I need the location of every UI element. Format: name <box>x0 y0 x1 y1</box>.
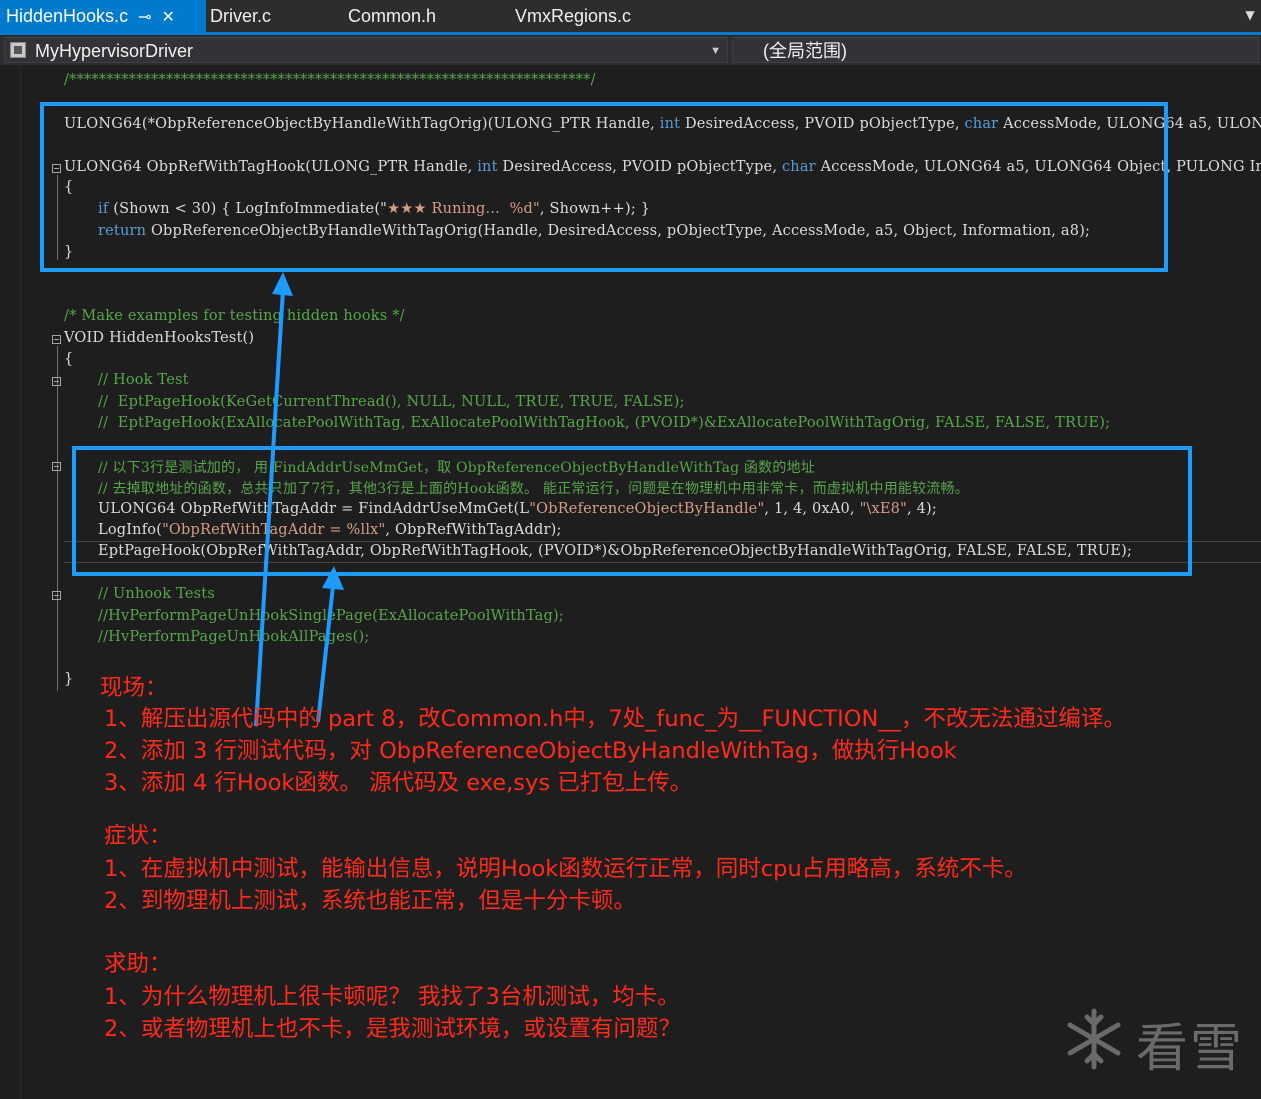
note-heading-help: 求助： <box>104 951 172 977</box>
note-line: 3、添加 4 行Hook函数。 源代码及 exe,sys 已打包上传。 <box>104 770 693 796</box>
note-line: 1、为什么物理机上很卡顿呢？ 我找了3台机测试，均卡。 <box>104 984 680 1010</box>
watermark-text: 看雪 <box>1136 1019 1245 1079</box>
note-heading-symptoms: 症状： <box>104 823 172 849</box>
note-line: 2、或者物理机上也不卡，是我测试环境，或设置有问题？ <box>104 1016 681 1042</box>
arrow-head-1 <box>272 272 293 296</box>
note-line: 1、解压出源代码中的 part 8，改Common.h中，7处_func_为__… <box>104 706 1126 732</box>
note-line: 1、在虚拟机中测试，能输出信息，说明Hook函数运行正常，同时cpu占用略高，系… <box>104 856 1027 882</box>
arrow-head-2 <box>322 566 344 590</box>
note-heading-scene: 现场： <box>100 675 168 701</box>
note-line: 2、添加 3 行测试代码，对 ObpReferenceObjectByHandl… <box>104 738 957 764</box>
annotation-arrows <box>254 272 344 727</box>
note-line: 2、到物理机上测试，系统也能正常，但是十分卡顿。 <box>104 888 636 914</box>
arrow-line-1 <box>254 289 285 727</box>
